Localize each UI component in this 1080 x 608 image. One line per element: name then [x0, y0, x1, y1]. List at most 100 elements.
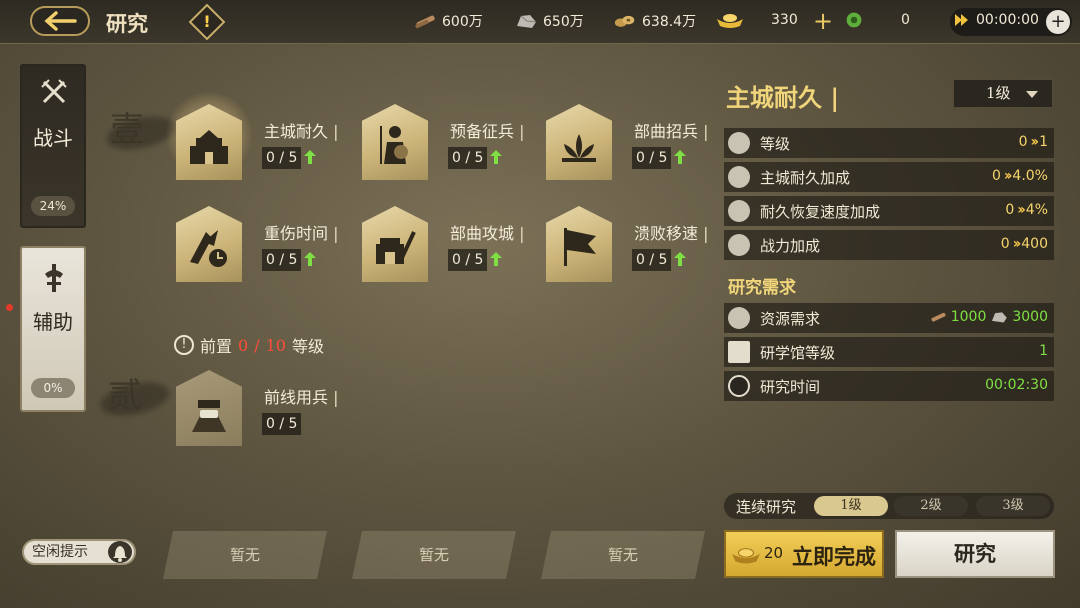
clock-icon — [728, 375, 750, 397]
jade-icon — [846, 12, 862, 28]
stat-name: 耐久恢复速度加成 — [760, 203, 881, 221]
continuous-option-3[interactable]: 3级 — [976, 496, 1050, 516]
stat-from: 0 — [1005, 202, 1015, 218]
lotus-icon — [562, 134, 596, 162]
academy-icon — [728, 341, 750, 363]
resource-coins[interactable]: 638.4万 — [614, 11, 696, 31]
stat-value: 0 ›› 4.0% — [992, 168, 1048, 184]
research-time: 00:02:30 — [985, 377, 1048, 393]
node-level: 0 / 5 — [448, 147, 488, 169]
level-select-value: 1级 — [986, 84, 1011, 102]
node-name: 主城耐久 — [264, 118, 339, 142]
stat-value: 0 ›› 4% — [1005, 202, 1048, 218]
node-badge — [546, 104, 612, 180]
upgrade-arrow-icon — [304, 150, 316, 164]
node-reserve-recruit[interactable]: 预备征兵 0 / 5 — [362, 104, 552, 184]
upgrade-arrow-icon — [674, 150, 686, 164]
node-frontline-troops[interactable]: 前线用兵 0 / 5 — [176, 370, 366, 450]
academy-level: 1 — [1039, 343, 1048, 359]
prereq-sep: / — [254, 335, 260, 355]
stat-name: 战力加成 — [760, 237, 821, 255]
requirement-name: 资源需求 — [760, 310, 821, 328]
back-button[interactable] — [30, 6, 90, 36]
wood-icon — [415, 15, 435, 29]
warning-icon[interactable]: ! — [188, 3, 226, 41]
node-troop-siege[interactable]: 部曲攻城 0 / 5 — [362, 206, 552, 286]
instant-complete-button[interactable]: 20 立即完成 — [724, 530, 884, 578]
idle-tip-toggle[interactable]: 空闲提示 — [22, 539, 136, 565]
tab-battle[interactable]: 战斗 24% — [20, 64, 86, 228]
tier-two-label: 贰 — [108, 376, 142, 416]
stat-name: 主城耐久加成 — [760, 169, 851, 187]
coins-amount: 638.4万 — [642, 14, 697, 30]
node-level: 0 / 5 — [632, 147, 672, 169]
arrow-right-icon: ›› — [1030, 134, 1039, 150]
top-bar: 研究 ! 600万 650万 638.4万 330 + 0 00:00:00 + — [0, 0, 1080, 44]
node-rout-speed[interactable]: 溃败移速 0 / 5 — [546, 206, 736, 286]
node-level: 0 / 5 — [632, 249, 672, 271]
upgrade-arrow-icon — [304, 252, 316, 266]
diamond-icon — [728, 307, 750, 329]
continuous-option-2[interactable]: 2级 — [894, 496, 968, 516]
wood-amount: 600万 — [442, 14, 483, 30]
power-icon — [728, 234, 750, 256]
stone-required: 3000 — [1012, 309, 1048, 325]
stat-row-level: 等级 0 ›› 1 — [724, 128, 1054, 158]
stat-from: 0 — [1000, 236, 1010, 252]
idle-tip-label: 空闲提示 — [32, 544, 88, 560]
node-name: 溃败移速 — [634, 220, 709, 244]
speedup-add-button[interactable]: + — [1046, 10, 1070, 34]
node-name: 部曲攻城 — [450, 220, 525, 244]
stone-amount: 650万 — [543, 14, 584, 30]
arrow-right-icon: ›› — [1012, 236, 1021, 252]
resource-jade[interactable]: 0 — [843, 11, 910, 29]
prereq-suffix: 等级 — [291, 337, 324, 356]
speedup-time: 00:00:00 — [976, 12, 1039, 28]
arrow-right-icon: ›› — [1017, 202, 1025, 218]
level-select[interactable]: 1级 — [953, 79, 1053, 108]
continuous-research: 连续研究 1级 2级 3级 — [724, 493, 1054, 519]
resource-wood[interactable]: 600万 — [414, 11, 483, 31]
copper-coins-icon — [614, 15, 635, 27]
detail-title: 主城耐久 — [726, 78, 839, 113]
node-troop-recruit[interactable]: 部曲招兵 0 / 5 — [546, 104, 736, 184]
prerequisite-note: ! 前置 0/10 等级 — [174, 333, 324, 357]
siege-icon — [376, 231, 416, 264]
stat-from: 0 — [1018, 134, 1028, 150]
prereq-current: 0 — [238, 335, 249, 355]
frontline-icon — [192, 400, 226, 432]
helmet-icon — [45, 264, 63, 292]
research-button[interactable]: 研究 — [895, 530, 1055, 578]
node-name: 部曲招兵 — [634, 118, 709, 142]
node-level: 0 / 5 — [262, 147, 302, 169]
requirement-value: 1000 3000 — [928, 309, 1048, 325]
queue-slot-3[interactable]: 暂无 — [541, 531, 705, 579]
resource-stone[interactable]: 650万 — [515, 11, 584, 31]
add-gold-button[interactable]: + — [813, 8, 833, 34]
stat-to: 4.0% — [1012, 168, 1048, 184]
node-city-durability[interactable]: 主城耐久 0 / 5 — [166, 92, 366, 184]
resource-gold[interactable]: 330 — [715, 11, 798, 29]
stat-row-power: 战力加成 0 ›› 400 — [724, 230, 1054, 260]
chevron-down-icon — [1026, 91, 1038, 98]
fast-forward-icon — [955, 14, 968, 26]
tab-battle-progress: 24% — [31, 196, 75, 216]
complete-cost: 20 — [764, 544, 784, 562]
tab-assist[interactable]: 辅助 0% — [20, 246, 86, 412]
continuous-option-1[interactable]: 1级 — [814, 496, 888, 516]
queue-slot-1[interactable]: 暂无 — [163, 531, 327, 579]
node-name: 预备征兵 — [450, 118, 525, 142]
upgrade-arrow-icon — [490, 150, 502, 164]
queue-slot-2[interactable]: 暂无 — [352, 531, 516, 579]
node-badge — [546, 206, 612, 282]
requirement-resources: 资源需求 1000 3000 — [724, 303, 1054, 333]
prereq-prefix: 前置 — [200, 337, 233, 356]
requirement-value: 00:02:30 — [985, 377, 1048, 393]
stat-to: 4% — [1025, 202, 1048, 218]
gold-amount: 330 — [771, 12, 798, 28]
wood-required: 1000 — [950, 309, 987, 325]
stone-icon — [517, 15, 537, 28]
node-badge — [176, 370, 242, 446]
node-injury-time[interactable]: 重伤时间 0 / 5 — [176, 206, 366, 286]
speedup-timer: 00:00:00 — [954, 11, 1039, 29]
